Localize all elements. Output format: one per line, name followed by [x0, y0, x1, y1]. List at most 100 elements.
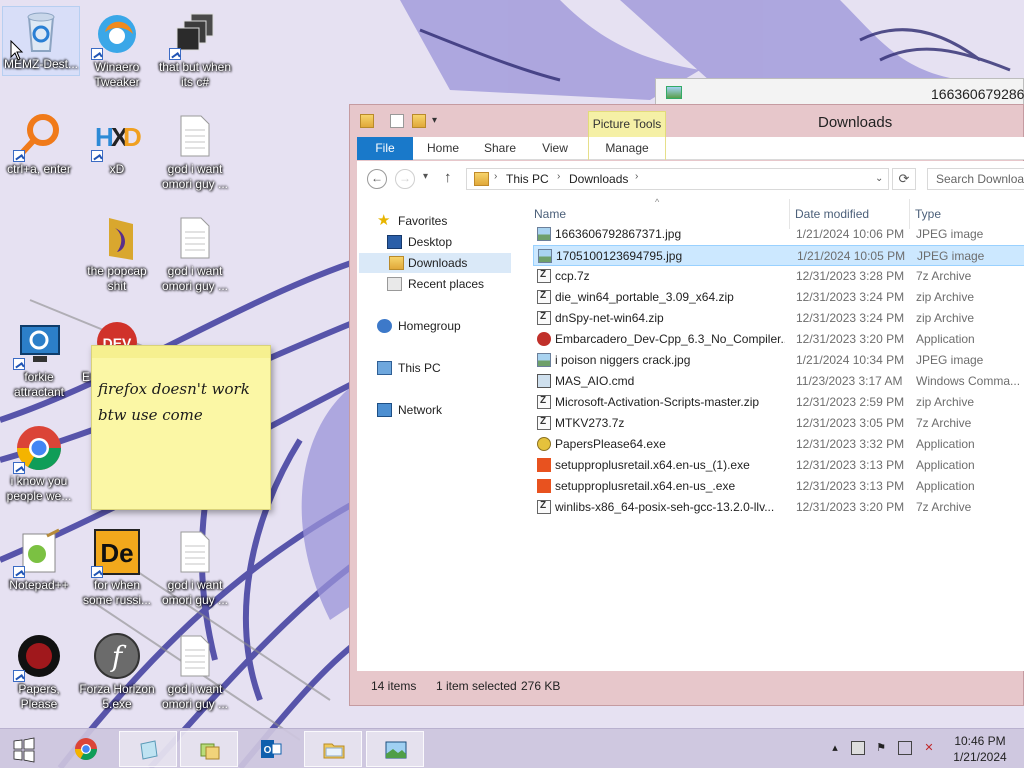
sort-ascending-icon: ^: [655, 197, 660, 207]
desktop-icon-papers-please[interactable]: Papers, Please: [0, 632, 78, 712]
recent-locations-chevron-icon[interactable]: ▾: [423, 171, 428, 182]
desktop-icon-hxd[interactable]: HXD xD: [78, 112, 156, 177]
popcap-folder-icon: [93, 214, 141, 262]
breadcrumb-downloads[interactable]: Downloads: [569, 172, 628, 186]
file-date-modified: 11/23/2023 3:17 AM: [796, 374, 903, 388]
action-center-flag-icon[interactable]: ⚑: [874, 741, 888, 755]
desktop-icon-forza[interactable]: f Forza Horizon 5.exe: [78, 632, 156, 712]
desktop-icon-popcap[interactable]: the popcap shit: [78, 214, 156, 294]
office-icon: [537, 458, 551, 472]
file-date-modified: 12/31/2023 3:20 PM: [796, 500, 905, 514]
flash-icon: f: [93, 632, 141, 680]
desktop-icon-winaero[interactable]: Winaero Tweaker: [78, 10, 156, 90]
back-button[interactable]: ←: [367, 169, 387, 189]
forward-button[interactable]: →: [395, 169, 415, 189]
sticky-note-header[interactable]: [92, 346, 270, 358]
file-explorer-window[interactable]: ▾ Picture Tools Downloads File Home Shar…: [349, 104, 1024, 706]
file-row[interactable]: ccp.7z 12/31/2023 3:28 PM 7z Archive: [533, 266, 1024, 287]
start-button[interactable]: [6, 735, 42, 765]
file-row[interactable]: Embarcadero_Dev-Cpp_6.3_No_Compiler... 12…: [533, 329, 1024, 350]
customize-toolbar-chevron-icon[interactable]: ▾: [432, 114, 446, 128]
taskbar-file-explorer[interactable]: [304, 731, 362, 767]
column-header-name[interactable]: Name: [534, 207, 566, 221]
folder-app-icon: [360, 114, 374, 128]
file-row[interactable]: PapersPlease64.exe 12/31/2023 3:32 PM Appl…: [533, 434, 1024, 455]
network-tray-icon[interactable]: [898, 741, 912, 755]
tab-view[interactable]: View: [531, 137, 579, 160]
tab-home[interactable]: Home: [417, 137, 469, 160]
file-row[interactable]: Microsoft-Activation-Scripts-master.zip 1…: [533, 392, 1024, 413]
volume-muted-icon[interactable]: ✕: [922, 741, 936, 755]
file-name: ccp.7z: [555, 269, 590, 283]
desktop-icon-windows-stack[interactable]: that but when its c#: [156, 10, 234, 90]
file-name: MAS_AIO.cmd: [555, 374, 635, 388]
desktop-icon-de[interactable]: De for when some russi...: [78, 528, 156, 608]
desktop-icon-omori-4[interactable]: god i want omori guy ...: [156, 632, 234, 712]
nav-favorites[interactable]: ★ Favorites: [377, 211, 507, 231]
up-button[interactable]: ↑: [444, 169, 452, 186]
window-title: Downloads: [818, 114, 893, 131]
breadcrumb-this-pc[interactable]: This PC: [506, 172, 549, 186]
file-type: Windows Comma...: [916, 374, 1021, 388]
taskbar-photo-viewer[interactable]: [366, 731, 424, 767]
column-header-type[interactable]: Type: [915, 207, 941, 221]
file-row[interactable]: i poison niggers crack.jpg 1/21/2024 10:3…: [533, 350, 1024, 371]
file-row[interactable]: 1663606792867371.jpg 1/21/2024 10:06 PM JP…: [533, 224, 1024, 245]
address-dropdown-chevron-icon[interactable]: ⌄: [875, 173, 883, 184]
file-row[interactable]: winlibs-x86_64-posix-seh-gcc-13.2.0-llv.…: [533, 497, 1024, 518]
desktop-icon-ctrl-a[interactable]: ctrl+a, enter: [0, 112, 78, 177]
taskbar-folders[interactable]: [180, 731, 238, 767]
desktop-icon-forkie[interactable]: forkie attractant: [0, 320, 78, 400]
shortcut-arrow-icon: [13, 462, 25, 474]
sticky-note-line-2[interactable]: btw use come: [98, 402, 264, 428]
taskbar-clock[interactable]: 10:46 PM 1/21/2024: [945, 733, 1015, 765]
ribbon-tabs: File Home Share View Manage: [357, 137, 1024, 160]
file-row[interactable]: setupproplusretail.x64.en-us_(1).exe 12/3…: [533, 455, 1024, 476]
search-input[interactable]: Search Downloads: [927, 168, 1024, 190]
refresh-button[interactable]: ⟳: [892, 168, 916, 190]
photo-viewer-window[interactable]: 166360679286: [655, 78, 1024, 106]
taskbar-outlook[interactable]: O: [242, 731, 300, 767]
nav-homegroup[interactable]: Homegroup: [377, 316, 507, 336]
breadcrumb-separator-icon[interactable]: ›: [635, 171, 638, 182]
explorer-title-bar[interactable]: ▾ Picture Tools Downloads: [350, 105, 1023, 139]
desktop-icon-chrome[interactable]: i know you people we...: [0, 424, 78, 504]
nav-network[interactable]: Network: [377, 400, 507, 420]
breadcrumb-separator-icon[interactable]: ›: [494, 171, 497, 182]
tab-share[interactable]: Share: [475, 137, 525, 160]
show-hidden-icons-chevron-icon[interactable]: ▴: [828, 741, 842, 755]
file-type: Application: [916, 479, 975, 493]
taskbar-glass-window[interactable]: [119, 731, 177, 767]
nav-this-pc[interactable]: This PC: [377, 358, 507, 378]
desktop-icon-notepadpp[interactable]: Notepad++: [0, 528, 78, 593]
file-row[interactable]: MAS_AIO.cmd 11/23/2023 3:17 AM Windows Com…: [533, 371, 1024, 392]
properties-icon[interactable]: [390, 114, 404, 128]
status-bar: 14 items 1 item selected 276 KB: [357, 673, 1024, 699]
devices-tray-icon[interactable]: [851, 741, 865, 755]
svg-text:De: De: [100, 538, 133, 568]
taskbar-chrome[interactable]: [57, 731, 115, 767]
desktop-icon-omori-1[interactable]: god i want omori guy ...: [156, 112, 234, 192]
desktop-icon-omori-2[interactable]: god i want omori guy ...: [156, 214, 234, 294]
nav-recent-places[interactable]: Recent places: [387, 274, 511, 294]
new-folder-icon[interactable]: [412, 114, 426, 128]
tab-file[interactable]: File: [357, 137, 413, 160]
nav-desktop[interactable]: Desktop: [387, 232, 511, 252]
archive-icon: [537, 395, 551, 409]
file-row[interactable]: 1705100123694795.jpg 1/21/2024 10:05 PM JP…: [533, 245, 1024, 266]
file-row[interactable]: dnSpy-net-win64.zip 12/31/2023 3:24 PM zip…: [533, 308, 1024, 329]
sticky-note[interactable]: firefox doesn't work btw use come: [91, 345, 271, 510]
nav-downloads[interactable]: Downloads: [359, 253, 511, 273]
sticky-note-line-1[interactable]: firefox doesn't work: [98, 376, 264, 402]
file-row[interactable]: die_win64_portable_3.09_x64.zip 12/31/202…: [533, 287, 1024, 308]
file-row[interactable]: MTKV273.7z 12/31/2023 3:05 PM 7z Archive: [533, 413, 1024, 434]
file-name: winlibs-x86_64-posix-seh-gcc-13.2.0-llv.…: [555, 500, 775, 514]
file-date-modified: 1/21/2024 10:05 PM: [797, 249, 906, 263]
breadcrumb-separator-icon[interactable]: ›: [557, 171, 560, 182]
address-field[interactable]: › This PC › Downloads › ⌄: [466, 168, 889, 190]
tab-manage[interactable]: Manage: [588, 137, 666, 160]
desktop-icon-omori-3[interactable]: god i want omori guy ...: [156, 528, 234, 608]
file-row[interactable]: setupproplusretail.x64.en-us_.exe 12/31/2…: [533, 476, 1024, 497]
column-header-date[interactable]: Date modified: [795, 207, 869, 221]
file-name: Microsoft-Activation-Scripts-master.zip: [555, 395, 760, 409]
